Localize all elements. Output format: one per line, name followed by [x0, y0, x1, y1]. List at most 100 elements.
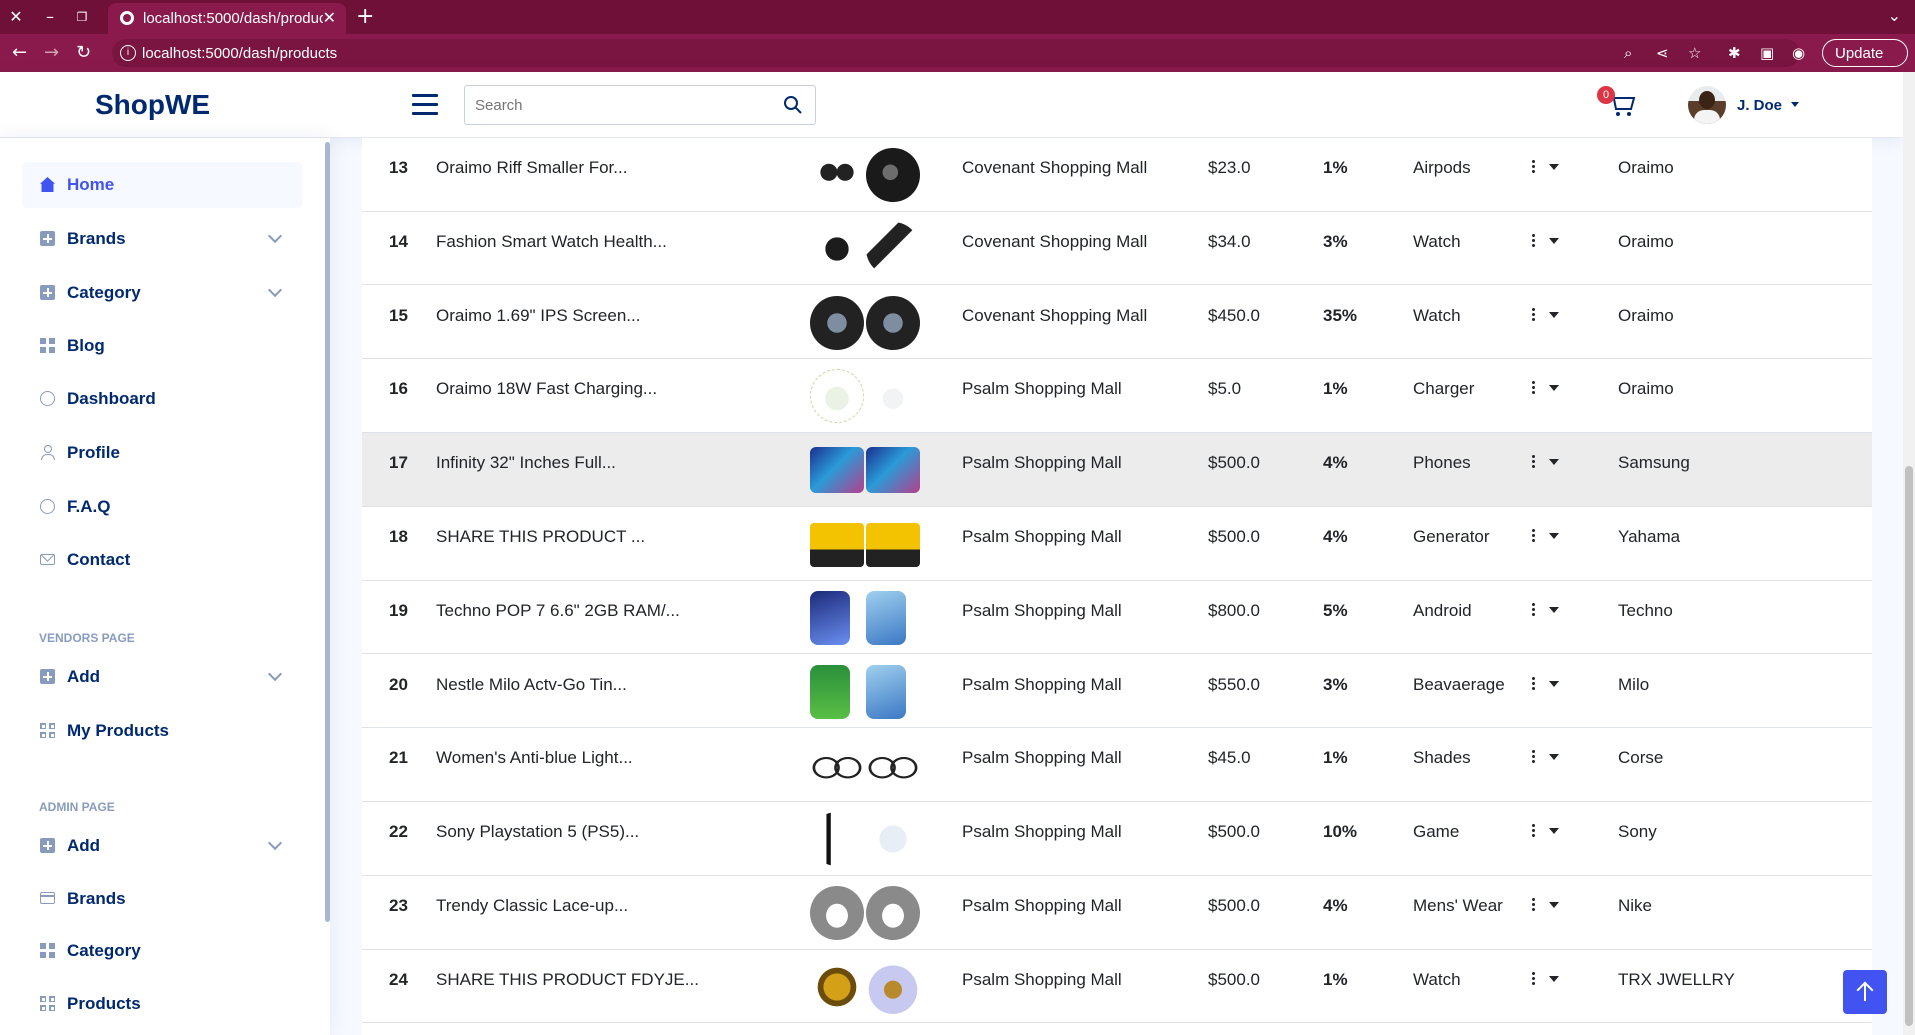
table-row[interactable]: 21 Women's Anti-blue Light... Psalm Shoppi… [362, 728, 1872, 802]
user-name[interactable]: J. Doe [1737, 97, 1782, 114]
search-input[interactable] [465, 86, 765, 124]
minimize-window-icon[interactable]: – [40, 7, 60, 27]
product-image [866, 221, 920, 276]
row-dropdown-caret-icon[interactable] [1549, 237, 1559, 244]
sidebar-item-category[interactable]: Category [22, 270, 302, 316]
sidebar-item-label: My Products [67, 721, 170, 740]
sidebar-item-dashboard[interactable]: Dashboard [22, 376, 302, 422]
chevron-down-icon[interactable] [1791, 102, 1799, 107]
share-icon[interactable]: ⋖ [1656, 44, 1669, 62]
product-discount: 4% [1323, 896, 1348, 916]
sidebar-item-label: Home [67, 175, 115, 194]
sidebar-scrollbar[interactable] [325, 142, 330, 922]
profile-icon[interactable]: ◉ [1792, 44, 1805, 62]
row-dropdown-caret-icon[interactable] [1549, 311, 1559, 318]
row-dropdown-caret-icon[interactable] [1549, 385, 1559, 392]
row-dropdown-caret-icon[interactable] [1549, 680, 1559, 687]
row-dropdown-caret-icon[interactable] [1549, 754, 1559, 761]
sidebar-item-my-products[interactable]: My Products [22, 708, 302, 754]
browser-address-bar: ← → ↻ i localhost:5000/dash/products ⌕ ⋖… [0, 34, 1915, 72]
sidebar-item-admin-brands[interactable]: Brands [22, 876, 302, 922]
more-actions-icon[interactable] [1532, 233, 1536, 248]
product-discount: 1% [1323, 969, 1348, 989]
table-row[interactable]: 14 Fashion Smart Watch Health... Covenant … [362, 212, 1872, 286]
more-actions-icon[interactable] [1532, 160, 1536, 174]
row-dropdown-caret-icon[interactable] [1549, 606, 1559, 613]
search-icon[interactable] [783, 95, 803, 115]
more-actions-icon[interactable] [1532, 455, 1536, 469]
product-number: 15 [389, 305, 408, 325]
sidebar-item-label: Blog [67, 336, 105, 355]
more-actions-icon[interactable] [1532, 529, 1536, 543]
site-info-icon[interactable]: i [120, 45, 136, 61]
logo[interactable]: ShopWE [95, 89, 210, 121]
row-dropdown-caret-icon[interactable] [1549, 459, 1559, 466]
product-store: Psalm Shopping Mall [962, 600, 1122, 620]
sidebar-item-faq[interactable]: F.A.Q [22, 484, 302, 530]
row-dropdown-caret-icon[interactable] [1549, 828, 1559, 835]
more-actions-icon[interactable] [1532, 971, 1536, 986]
row-dropdown-caret-icon[interactable] [1549, 902, 1559, 909]
table-row[interactable]: 23 Trendy Classic Lace-up... Psalm Shoppin… [362, 876, 1872, 950]
product-discount: 1% [1323, 748, 1348, 768]
side-panel-icon[interactable]: ▣ [1760, 44, 1774, 62]
sidebar-item-brands[interactable]: Brands [22, 216, 302, 262]
table-row[interactable]: 19 Techno POP 7 6.6" 2GB RAM/... Psalm Sho… [362, 581, 1872, 655]
more-actions-icon[interactable] [1532, 750, 1536, 764]
sidebar-item-label: Add [67, 667, 101, 686]
sidebar-item-profile[interactable]: Profile [22, 430, 302, 476]
more-actions-icon[interactable] [1532, 307, 1536, 322]
sidebar-item-label: Products [67, 994, 141, 1013]
table-row[interactable]: 20 Nestle Milo Actv-Go Tin... Psalm Shoppi… [362, 655, 1872, 729]
row-dropdown-caret-icon[interactable] [1549, 533, 1559, 540]
table-row[interactable]: 13 Oraimo Riff Smaller For... Covenant Sho… [362, 138, 1872, 212]
product-category: Phones [1413, 453, 1471, 473]
reload-icon[interactable]: ↻ [76, 42, 91, 63]
row-dropdown-caret-icon[interactable] [1549, 164, 1559, 170]
table-row[interactable]: 24 SHARE THIS PRODUCT FDYJE... Psalm Shopp… [362, 950, 1872, 1024]
product-category: Beavaerage [1413, 674, 1505, 694]
product-discount: 5% [1323, 600, 1348, 620]
product-images [810, 736, 924, 794]
more-actions-icon[interactable] [1532, 602, 1536, 617]
tab-search-chevron-icon[interactable]: ⌄ [1888, 6, 1901, 25]
back-to-top-button[interactable] [1843, 970, 1887, 1014]
close-window-icon[interactable]: ✕ [6, 7, 26, 27]
url-field[interactable]: i localhost:5000/dash/products [112, 39, 1800, 67]
forward-arrow-icon[interactable]: → [44, 42, 59, 63]
new-tab-icon[interactable]: + [356, 4, 374, 29]
table-row[interactable]: 22 Sony Playstation 5 (PS5)... Psalm Shopp… [362, 802, 1872, 876]
home-icon [40, 177, 55, 192]
browser-update-button[interactable]: Update [1822, 39, 1908, 67]
sidebar-item-admin-add[interactable]: Add [22, 823, 302, 869]
row-dropdown-caret-icon[interactable] [1549, 975, 1559, 982]
sidebar-item-home[interactable]: Home [22, 162, 302, 208]
browser-tab[interactable]: localhost:5000/dash/products ✕ [108, 3, 346, 34]
avatar[interactable] [1688, 86, 1726, 124]
sidebar-item-admin-products[interactable]: Products [22, 981, 302, 1027]
table-row[interactable]: 18 SHARE THIS PRODUCT ... Psalm Shopping M… [362, 507, 1872, 581]
sidebar-item-vendor-add[interactable]: Add [22, 654, 302, 700]
table-row[interactable]: 17 Infinity 32" Inches Full... Psalm Shopp… [362, 433, 1872, 507]
zoom-icon[interactable]: ⌕ [1624, 44, 1632, 62]
table-row[interactable]: 16 Oraimo 18W Fast Charging... Psalm Shopp… [362, 359, 1872, 433]
menu-toggle-icon[interactable] [412, 94, 438, 115]
sidebar: Home Brands Category Blog Dashboard Prof… [0, 138, 330, 1035]
more-actions-icon[interactable] [1532, 824, 1536, 838]
table-row[interactable]: 15 Oraimo 1.69" IPS Screen... Covenant Sho… [362, 286, 1872, 360]
sidebar-item-contact[interactable]: Contact [22, 537, 302, 583]
page-scrollbar-thumb[interactable] [1905, 466, 1913, 1026]
more-actions-icon[interactable] [1532, 676, 1536, 691]
back-arrow-icon[interactable]: ← [12, 42, 27, 63]
chevron-down-icon [267, 228, 283, 244]
sidebar-item-blog[interactable]: Blog [22, 323, 302, 369]
more-actions-icon[interactable] [1532, 381, 1536, 395]
more-actions-icon[interactable] [1532, 898, 1536, 912]
sidebar-item-admin-category[interactable]: Category [22, 928, 302, 974]
extensions-icon[interactable]: ✱ [1728, 44, 1741, 62]
tab-close-icon[interactable]: ✕ [323, 8, 336, 27]
restore-window-icon[interactable]: ❐ [72, 7, 92, 27]
envelope-icon [40, 554, 55, 565]
product-category: Game [1413, 822, 1460, 842]
bookmark-star-icon[interactable]: ☆ [1688, 44, 1701, 62]
